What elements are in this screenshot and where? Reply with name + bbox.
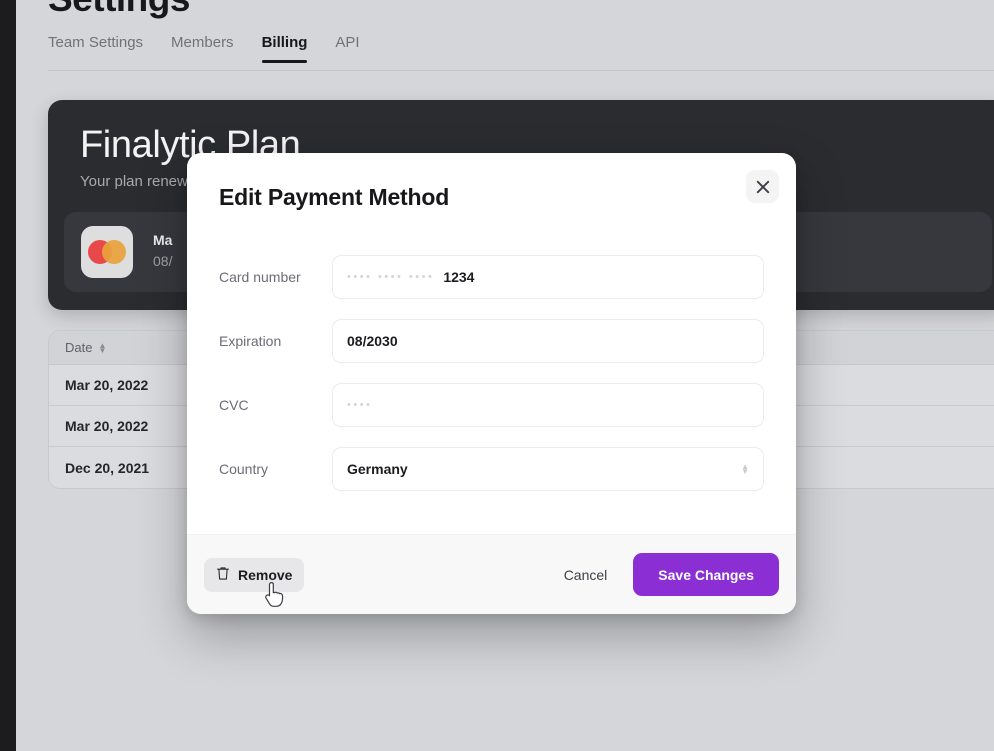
field-card-number: Card number •••• •••• •••• 1234 (219, 245, 764, 309)
field-country: Country Germany ▲ ▼ (219, 437, 764, 501)
cvc-placeholder: •••• (347, 399, 373, 411)
country-value: Germany (347, 461, 408, 477)
cancel-button[interactable]: Cancel (550, 557, 622, 593)
dialog-form: Card number •••• •••• •••• 1234 Expirati… (187, 245, 796, 497)
close-icon[interactable] (746, 170, 779, 203)
edit-payment-method-dialog: Edit Payment Method Card number •••• •••… (187, 153, 796, 614)
cvc-label: CVC (219, 397, 249, 413)
card-number-label: Card number (219, 269, 301, 285)
save-changes-button[interactable]: Save Changes (633, 553, 779, 596)
cvc-input[interactable]: •••• (332, 383, 764, 427)
trash-icon (216, 566, 230, 584)
card-number-input[interactable]: •••• •••• •••• 1234 (332, 255, 764, 299)
expiration-label: Expiration (219, 333, 282, 349)
card-number-mask: •••• •••• •••• (347, 271, 435, 283)
field-expiration: Expiration 08/2030 (219, 309, 764, 373)
expiration-value: 08/2030 (347, 333, 398, 349)
dialog-title: Edit Payment Method (219, 184, 450, 210)
field-cvc: CVC •••• (219, 373, 764, 437)
dialog-footer: Remove Cancel Save Changes (187, 534, 796, 614)
chevron-updown-icon: ▲ ▼ (741, 462, 749, 476)
remove-button[interactable]: Remove (204, 557, 305, 592)
remove-button-label: Remove (238, 566, 293, 583)
expiration-input[interactable]: 08/2030 (332, 319, 764, 363)
country-label: Country (219, 461, 269, 477)
country-select[interactable]: Germany ▲ ▼ (332, 447, 764, 491)
modal-overlay: Edit Payment Method Card number •••• •••… (0, 0, 994, 751)
card-number-last4: 1234 (443, 269, 475, 285)
